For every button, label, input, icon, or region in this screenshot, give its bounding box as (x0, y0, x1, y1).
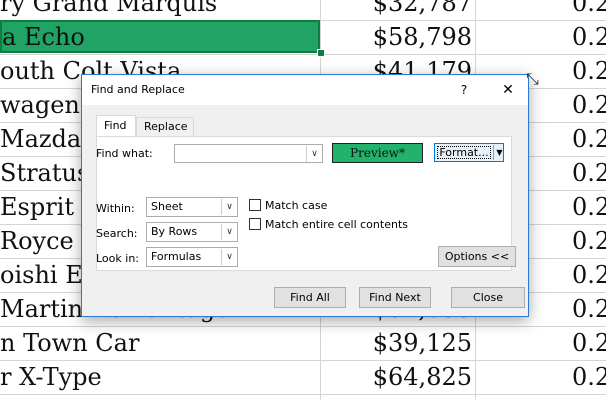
rate-cell[interactable]: 0.2 (476, 0, 606, 20)
price-cell[interactable]: $39,125 (321, 326, 475, 360)
split-divider (493, 145, 494, 160)
car-name-cell[interactable]: r X-Type (0, 360, 320, 394)
find-all-button[interactable]: Find All (274, 287, 346, 308)
within-value: Sheet (151, 200, 183, 213)
chevron-down-icon[interactable]: ∨ (306, 146, 322, 162)
match-case-checkbox[interactable] (249, 199, 261, 211)
options-button[interactable]: Options << (438, 246, 516, 267)
find-what-label: Find what: (96, 147, 153, 160)
rate-cell[interactable]: 0.2 (476, 20, 606, 54)
tab-find-label: Find (104, 119, 127, 132)
price-cell[interactable]: $58,798 (321, 20, 475, 54)
look-in-value: Formulas (151, 250, 202, 263)
dialog-title: Find and Replace (91, 83, 185, 96)
search-label: Search: (96, 227, 138, 240)
close-icon[interactable]: ✕ (494, 80, 522, 100)
resize-cursor-icon: ⤡ (526, 69, 539, 88)
chevron-down-icon[interactable]: ▼ (495, 144, 504, 161)
rate-cell[interactable]: 0.2 (476, 326, 606, 360)
match-entire-cell-checkbox[interactable] (249, 218, 261, 230)
search-select[interactable]: By Rows ∨ (146, 222, 238, 242)
table-row[interactable]: n Town Car $39,125 0.2 (0, 326, 606, 361)
chevron-down-icon[interactable]: ∨ (221, 249, 237, 265)
tab-find[interactable]: Find (96, 115, 136, 137)
table-row[interactable]: r X-Type $64,825 0.2 (0, 360, 606, 395)
rate-cell[interactable]: 0.2 (476, 360, 606, 394)
find-what-combobox[interactable]: ∨ (174, 144, 323, 163)
dialog-titlebar[interactable]: Find and Replace ? ✕ (82, 75, 528, 105)
format-button[interactable]: Format... ▼ (434, 143, 504, 162)
format-button-label: Format... (437, 146, 491, 159)
search-value: By Rows (151, 225, 198, 238)
find-next-button[interactable]: Find Next (359, 287, 431, 308)
tab-replace[interactable]: Replace (136, 117, 194, 136)
price-cell[interactable]: $64,825 (321, 360, 475, 394)
table-row[interactable]: ry Grand Marquis $32,787 0.2 (0, 0, 606, 21)
car-name-cell[interactable]: n Town Car (0, 326, 320, 360)
match-case-label[interactable]: Match case (265, 199, 327, 212)
tab-replace-label: Replace (144, 120, 188, 133)
selected-cell-text: a Echo (2, 23, 85, 51)
find-replace-dialog: Find and Replace ? ✕ Find Replace Find w… (81, 74, 529, 317)
car-name-cell[interactable]: ry Grand Marquis (0, 0, 320, 20)
selected-cell[interactable]: a Echo (0, 20, 320, 53)
within-select[interactable]: Sheet ∨ (146, 197, 238, 217)
within-label: Within: (96, 202, 135, 215)
chevron-down-icon[interactable]: ∨ (221, 224, 237, 240)
close-button[interactable]: Close (451, 287, 525, 308)
look-in-select[interactable]: Formulas ∨ (146, 247, 238, 267)
look-in-label: Look in: (96, 252, 139, 265)
match-entire-cell-label[interactable]: Match entire cell contents (265, 218, 408, 231)
chevron-down-icon[interactable]: ∨ (221, 199, 237, 215)
help-button[interactable]: ? (454, 80, 474, 100)
format-preview: Preview* (332, 143, 423, 163)
price-cell[interactable]: $32,787 (321, 0, 475, 20)
